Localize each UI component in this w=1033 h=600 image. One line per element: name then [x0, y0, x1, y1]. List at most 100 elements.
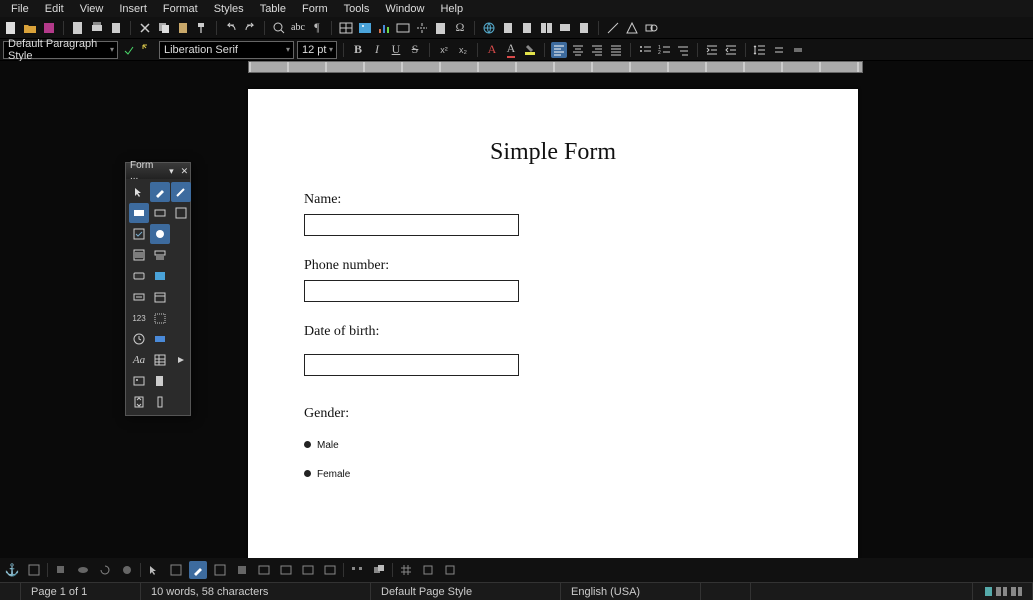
insert-pagebreak-icon[interactable] [414, 20, 430, 36]
radio-option-female[interactable]: Female [304, 469, 802, 480]
position-size-icon[interactable] [348, 561, 366, 579]
new-style-icon[interactable] [140, 42, 156, 58]
single-page-icon[interactable] [983, 586, 992, 597]
transparency-icon[interactable] [118, 561, 136, 579]
bring-front-icon[interactable] [370, 561, 388, 579]
italic-icon[interactable]: I [369, 42, 385, 58]
filter-icon[interactable] [74, 561, 92, 579]
menu-file[interactable]: File [3, 3, 37, 15]
book-view-icon[interactable] [1010, 586, 1022, 597]
align-right-icon[interactable] [589, 42, 605, 58]
bullet-list-icon[interactable] [637, 42, 653, 58]
align-justify-icon[interactable] [608, 42, 624, 58]
status-wordcount[interactable]: 10 words, 58 characters [141, 583, 371, 600]
strikethrough-icon[interactable]: S [407, 42, 423, 58]
paragraph-style-combo[interactable]: Default Paragraph Style [3, 41, 118, 59]
form-group-icon[interactable] [150, 308, 170, 328]
form-image-control-icon[interactable] [129, 371, 149, 391]
find-icon[interactable] [271, 20, 287, 36]
save-icon[interactable] [41, 20, 57, 36]
form-combobox-icon[interactable] [150, 245, 170, 265]
export-pdf-icon[interactable] [70, 20, 86, 36]
form-time-icon[interactable] [129, 329, 149, 349]
form-spin-icon[interactable] [129, 392, 149, 412]
insert-symbol-icon[interactable]: Ω [452, 20, 468, 36]
auto-control-focus-icon[interactable] [321, 561, 339, 579]
decrease-para-spacing-icon[interactable] [790, 42, 806, 58]
status-view-layout[interactable] [973, 583, 1033, 600]
shadow-icon[interactable] [52, 561, 70, 579]
horizontal-ruler[interactable] [248, 61, 863, 73]
control-properties-icon[interactable] [167, 561, 185, 579]
line-spacing-icon[interactable] [752, 42, 768, 58]
form-listbox-icon[interactable] [129, 245, 149, 265]
design-mode-icon[interactable] [189, 561, 207, 579]
menu-edit[interactable]: Edit [37, 3, 72, 15]
rotate-icon[interactable] [96, 561, 114, 579]
increase-indent-icon[interactable] [704, 42, 720, 58]
wrap-icon[interactable] [25, 561, 43, 579]
form-nav-icon[interactable] [171, 350, 191, 370]
form-properties-icon[interactable] [211, 561, 229, 579]
menu-tools[interactable]: Tools [336, 3, 378, 15]
snap-grid-icon[interactable] [419, 561, 437, 579]
form-optionbutton-icon[interactable] [150, 224, 170, 244]
form-label-icon[interactable] [129, 203, 149, 223]
footnote-icon[interactable] [500, 20, 516, 36]
open-readonly-icon[interactable] [299, 561, 317, 579]
basic-shapes-icon[interactable] [624, 20, 640, 36]
clone-formatting-icon[interactable] [194, 20, 210, 36]
clear-formatting-icon[interactable]: A [484, 42, 500, 58]
form-date-icon[interactable] [150, 287, 170, 307]
form-formatted-icon[interactable] [129, 287, 149, 307]
open-icon[interactable] [22, 20, 38, 36]
subscript-icon[interactable]: x₂ [455, 42, 471, 58]
spellcheck-icon[interactable]: abc [290, 20, 306, 36]
form-panel-titlebar[interactable]: Form ... ▾ ✕ [126, 163, 190, 179]
form-wizard-icon[interactable] [171, 182, 191, 202]
form-check-icon[interactable] [129, 224, 149, 244]
insert-textbox-icon[interactable] [395, 20, 411, 36]
status-selection-mode[interactable] [751, 583, 973, 600]
helplines-icon[interactable] [441, 561, 459, 579]
draw-functions-icon[interactable] [643, 20, 659, 36]
new-icon[interactable] [3, 20, 19, 36]
form-design-mode-icon[interactable] [150, 182, 170, 202]
formatting-marks-icon[interactable]: ¶ [309, 20, 325, 36]
form-controls-panel[interactable]: Form ... ▾ ✕ 123 Aa [125, 162, 191, 416]
increase-para-spacing-icon[interactable] [771, 42, 787, 58]
form-imagebutton-icon[interactable] [150, 266, 170, 286]
decrease-indent-icon[interactable] [723, 42, 739, 58]
insert-image-icon[interactable] [357, 20, 373, 36]
panel-close-icon[interactable]: ✕ [179, 165, 190, 177]
add-field-icon[interactable] [255, 561, 273, 579]
form-currency-icon[interactable] [150, 329, 170, 349]
panel-menu-icon[interactable]: ▾ [166, 165, 177, 177]
comment-icon[interactable] [557, 20, 573, 36]
status-page[interactable]: Page 1 of 1 [21, 583, 141, 600]
align-center-icon[interactable] [570, 42, 586, 58]
highlight-icon[interactable] [522, 42, 538, 58]
insert-field-icon[interactable] [433, 20, 449, 36]
menu-format[interactable]: Format [155, 3, 206, 15]
print-icon[interactable] [89, 20, 105, 36]
paste-icon[interactable] [175, 20, 191, 36]
form-textbox-dob[interactable] [304, 354, 519, 376]
form-numeric-icon[interactable]: 123 [129, 308, 149, 328]
grid-icon[interactable] [397, 561, 415, 579]
activation-order-icon[interactable] [277, 561, 295, 579]
insert-table-icon[interactable] [338, 20, 354, 36]
status-save-icon[interactable] [0, 583, 21, 600]
menu-styles[interactable]: Styles [206, 3, 252, 15]
font-name-combo[interactable]: Liberation Serif [159, 41, 294, 59]
form-pushbutton-icon[interactable] [129, 266, 149, 286]
outline-list-icon[interactable] [675, 42, 691, 58]
form-pattern-icon[interactable]: Aa [129, 350, 149, 370]
status-pagestyle[interactable]: Default Page Style [371, 583, 561, 600]
print-preview-icon[interactable] [108, 20, 124, 36]
track-changes-icon[interactable] [576, 20, 592, 36]
line-icon[interactable] [605, 20, 621, 36]
form-select-icon[interactable] [129, 182, 149, 202]
status-language[interactable]: English (USA) [561, 583, 701, 600]
anchor-icon[interactable]: ⚓ [3, 561, 21, 579]
